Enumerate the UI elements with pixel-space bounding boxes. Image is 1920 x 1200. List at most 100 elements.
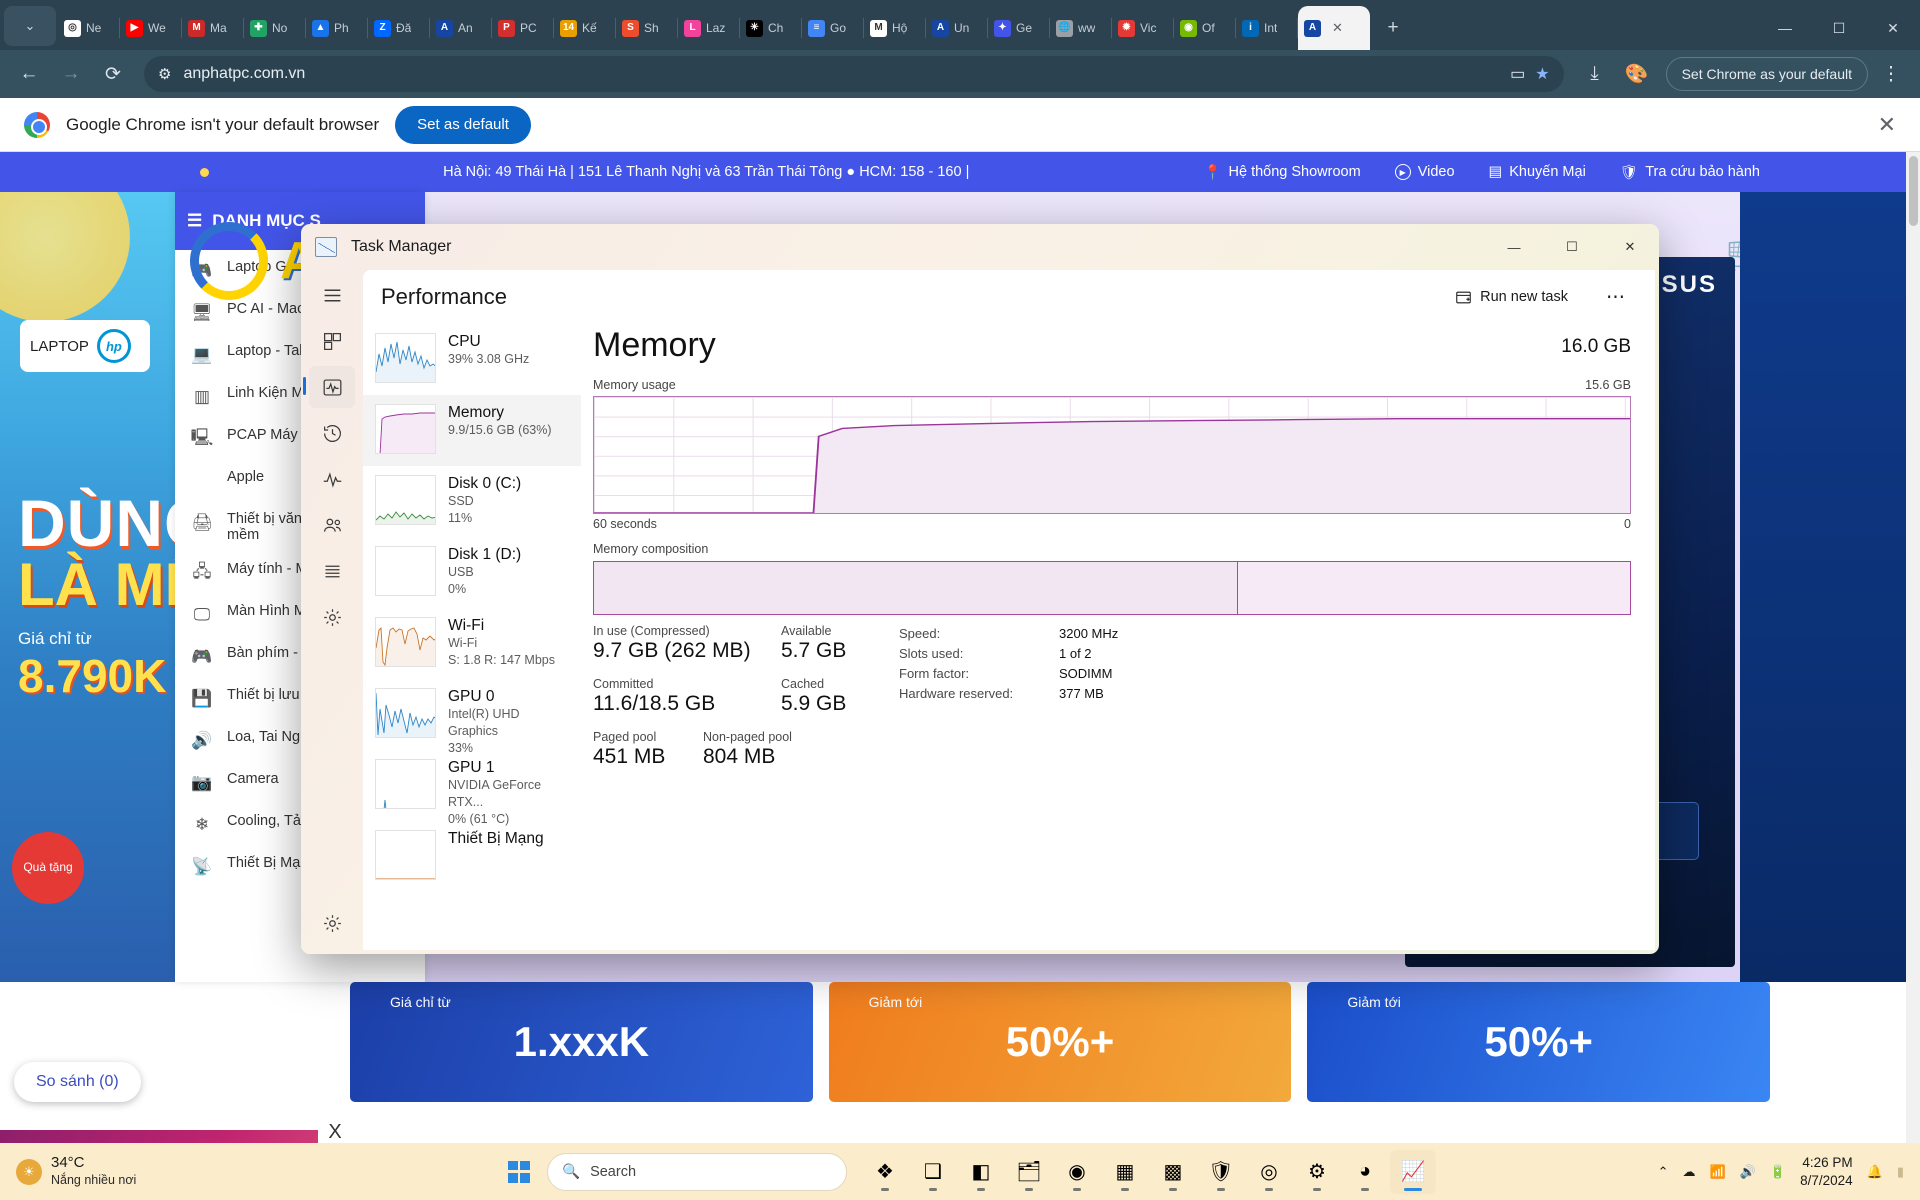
- chrome-icon[interactable]: ◎: [1246, 1150, 1292, 1194]
- app-icon[interactable]: ▦: [1102, 1150, 1148, 1194]
- tab[interactable]: ◉ Of: [1174, 6, 1236, 50]
- device-list-item[interactable]: GPU 0 Intel(R) UHD Graphics 33%: [363, 679, 581, 755]
- steam-icon[interactable]: ◕: [1342, 1150, 1388, 1194]
- compare-button[interactable]: So sánh (0): [14, 1062, 141, 1102]
- calculator-icon[interactable]: ▩: [1150, 1150, 1196, 1194]
- tab-search-button[interactable]: ⌄: [4, 6, 56, 46]
- tab[interactable]: A An: [430, 6, 492, 50]
- close-button[interactable]: ✕: [1866, 20, 1920, 37]
- new-tab-button[interactable]: +: [1376, 11, 1410, 45]
- sidebar-item-users[interactable]: [309, 504, 355, 546]
- widgets-icon[interactable]: ◧: [958, 1150, 1004, 1194]
- topbar-link-showroom[interactable]: 📍 Hệ thống Showroom: [1203, 164, 1360, 181]
- cast-icon[interactable]: ▭: [1510, 64, 1525, 84]
- settings-icon[interactable]: ⚙: [1294, 1150, 1340, 1194]
- tab[interactable]: i Int: [1236, 6, 1298, 50]
- memory-usage-graph-wrap: Memory usage 15.6 GB 60 seconds 0: [593, 378, 1631, 531]
- promo-banner[interactable]: Giá chỉ từ 1.xxxK: [350, 982, 813, 1102]
- reload-icon[interactable]: ⟳: [94, 55, 132, 93]
- taskbar-search[interactable]: 🔍 Search: [547, 1152, 847, 1191]
- weather-widget[interactable]: ☀ 34°C Nắng nhiều nơi: [0, 1154, 250, 1189]
- tab[interactable]: ▲ Ph: [306, 6, 368, 50]
- tab[interactable]: ✦ Ge: [988, 6, 1050, 50]
- memory-composition-bar[interactable]: [593, 561, 1631, 615]
- device-list-item[interactable]: Thiết Bị Mạng: [363, 821, 581, 892]
- sidebar-item-services[interactable]: [309, 596, 355, 638]
- tab-active[interactable]: A ✕: [1298, 6, 1370, 50]
- device-list-item[interactable]: Wi-Fi Wi-Fi S: 1.8 R: 147 Mbps: [363, 608, 581, 679]
- maximize-button[interactable]: ☐: [1812, 20, 1866, 37]
- tab[interactable]: M Hộ: [864, 6, 926, 50]
- more-options-button[interactable]: ⋯: [1594, 282, 1637, 313]
- minimize-button[interactable]: ―: [1758, 20, 1812, 36]
- notifications-icon[interactable]: 🔔: [1867, 1164, 1883, 1180]
- topbar-link-warranty[interactable]: 🛡 Tra cứu bảo hành: [1620, 164, 1760, 181]
- tab[interactable]: ◎ Ne: [58, 6, 120, 50]
- topbar-link-promo[interactable]: ▤ Khuyến Mại: [1489, 164, 1586, 180]
- minimize-button[interactable]: ―: [1485, 224, 1543, 270]
- volume-icon[interactable]: 🔊: [1740, 1164, 1756, 1180]
- sidebar-item-app-history[interactable]: [309, 412, 355, 454]
- browser-menu-icon[interactable]: ⋮: [1872, 55, 1910, 93]
- tab[interactable]: ✳ Ch: [740, 6, 802, 50]
- window-controls: ― ☐ ✕: [1758, 6, 1920, 50]
- run-new-task-button[interactable]: Run new task: [1443, 282, 1580, 313]
- tab[interactable]: ▶ We: [120, 6, 182, 50]
- device-list-item[interactable]: Disk 1 (D:) USB 0%: [363, 537, 581, 608]
- mcafee-icon[interactable]: 🛡: [1198, 1150, 1244, 1194]
- tab[interactable]: S Sh: [616, 6, 678, 50]
- tab[interactable]: ✹ Vic: [1112, 6, 1174, 50]
- task-manager-icon[interactable]: 📈: [1390, 1149, 1436, 1194]
- page-scrollbar-thumb[interactable]: [1909, 156, 1918, 226]
- site-settings-icon[interactable]: ⚙: [158, 65, 171, 83]
- chevron-up-icon[interactable]: ⌃: [1658, 1164, 1669, 1180]
- tab[interactable]: Z Đă: [368, 6, 430, 50]
- hamburger-icon[interactable]: [309, 274, 355, 316]
- battery-icon[interactable]: 🔋: [1770, 1164, 1786, 1180]
- network-icon: 📡: [191, 857, 213, 876]
- infobar-close-icon[interactable]: ✕: [1878, 112, 1896, 138]
- file-explorer-icon[interactable]: 🗂: [1006, 1150, 1052, 1194]
- close-button[interactable]: ✕: [1601, 224, 1659, 270]
- maximize-button[interactable]: ☐: [1543, 224, 1601, 270]
- page-scrollbar[interactable]: [1906, 152, 1920, 1200]
- forward-icon[interactable]: →: [52, 55, 90, 93]
- device-list-item[interactable]: Memory 9.9/15.6 GB (63%): [363, 395, 581, 466]
- device-sub: 0%: [448, 581, 467, 596]
- device-list-item[interactable]: Disk 0 (C:) SSD 11%: [363, 466, 581, 537]
- promo-banner[interactable]: Giảm tới 50%+: [1307, 982, 1771, 1102]
- set-default-chrome-button[interactable]: Set Chrome as your default: [1665, 57, 1868, 91]
- address-bar[interactable]: ⚙ anphatpc.com.vn ▭ ★: [144, 56, 1564, 92]
- network-icon[interactable]: 📶: [1710, 1164, 1726, 1180]
- tab[interactable]: 🌐 ww: [1050, 6, 1112, 50]
- onedrive-icon[interactable]: ☁: [1683, 1164, 1696, 1180]
- tab[interactable]: 14 Kế: [554, 6, 616, 50]
- settings-icon[interactable]: [309, 902, 355, 944]
- tab[interactable]: ✚ No: [244, 6, 306, 50]
- sidebar-item-details[interactable]: [309, 550, 355, 592]
- taskbar-clock[interactable]: 4:26 PM 8/7/2024: [1800, 1154, 1853, 1189]
- tab[interactable]: ≡ Go: [802, 6, 864, 50]
- device-list-item[interactable]: GPU 1 NVIDIA GeForce RTX... 0% (61 °C): [363, 750, 581, 826]
- tab[interactable]: P PC: [492, 6, 554, 50]
- back-icon[interactable]: ←: [10, 55, 48, 93]
- task-view-icon[interactable]: ❑: [910, 1150, 956, 1194]
- close-icon[interactable]: ✕: [1332, 20, 1343, 36]
- show-desktop-button[interactable]: ▮: [1897, 1164, 1904, 1180]
- download-icon[interactable]: ⤓: [1576, 55, 1614, 93]
- copilot-icon[interactable]: ❖: [862, 1150, 908, 1194]
- sidebar-item-startup-apps[interactable]: [309, 458, 355, 500]
- promo-banner[interactable]: Giảm tới 50%+: [828, 982, 1292, 1102]
- tab[interactable]: M Ma: [182, 6, 244, 50]
- tab[interactable]: A Un: [926, 6, 988, 50]
- topbar-link-video[interactable]: ▶ Video: [1394, 164, 1455, 180]
- extensions-icon[interactable]: 🎨: [1618, 55, 1656, 93]
- device-list-item[interactable]: CPU 39% 3.08 GHz: [363, 324, 581, 395]
- tab[interactable]: L Laz: [678, 6, 740, 50]
- edge-icon[interactable]: ◉: [1054, 1150, 1100, 1194]
- set-as-default-button[interactable]: Set as default: [395, 105, 531, 144]
- start-button[interactable]: [500, 1153, 538, 1191]
- sidebar-item-processes[interactable]: [309, 320, 355, 362]
- sidebar-item-performance[interactable]: [303, 366, 355, 408]
- bookmark-star-icon[interactable]: ★: [1535, 64, 1549, 84]
